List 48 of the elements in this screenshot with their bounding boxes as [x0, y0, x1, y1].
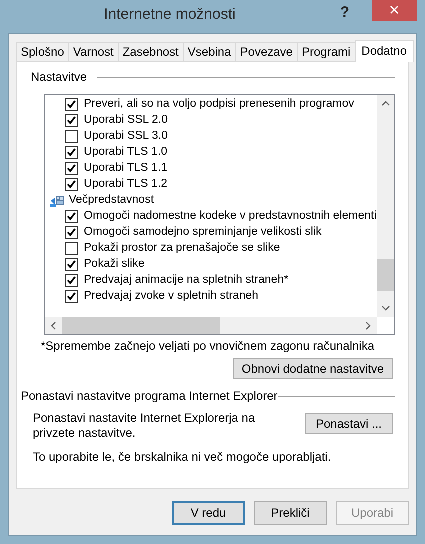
option-label: Predvajaj animacije na spletnih straneh*	[84, 274, 289, 286]
reset-button[interactable]: Ponastavi ...	[305, 413, 393, 434]
close-button[interactable]: ×	[372, 0, 417, 21]
scroll-thumb[interactable]	[377, 259, 394, 291]
horizontal-scrollbar[interactable]	[45, 317, 377, 334]
window-title: Internetne možnosti	[103, 5, 237, 23]
checkbox[interactable]	[65, 162, 78, 174]
option-label: Uporabi SSL 3.0	[84, 130, 168, 142]
option-label: Uporabi TLS 1.0	[84, 146, 168, 158]
option-label: Uporabi TLS 1.1	[84, 162, 168, 174]
cancel-button[interactable]: Prekliči	[254, 501, 327, 525]
category-label: Večpredstavnost	[69, 194, 154, 206]
option-label: Pokaži slike	[84, 258, 145, 270]
checkbox[interactable]	[65, 98, 78, 110]
group-heading: Ponastavi nastavitve programa Internet Explorer	[21, 389, 278, 403]
checkbox[interactable]	[65, 274, 78, 286]
group-heading: Nastavitve	[31, 70, 88, 84]
checkbox[interactable]	[65, 130, 78, 142]
tab[interactable]: Programi	[296, 42, 356, 61]
option-label: Predvajaj zvoke v spletnih straneh	[84, 290, 259, 302]
tab[interactable]: Dodatno	[354, 40, 414, 62]
checkbox[interactable]	[65, 210, 78, 222]
scroll-left-icon[interactable]	[51, 322, 56, 330]
option-label: Omogoči samodejno spreminjanje velikosti slik	[84, 226, 322, 238]
restore-button[interactable]: Obnovi dodatne nastavitve	[232, 358, 393, 379]
option-label: Uporabi TLS 1.2	[84, 178, 168, 190]
checkbox[interactable]	[65, 226, 78, 238]
reset-description: Ponastavi nastavite Internet Explorerja na privzete nastavitve.	[33, 411, 256, 441]
scroll-up-icon[interactable]	[382, 101, 390, 106]
option-label: Preveri, ali so na voljo podpisi prenesenih programov	[84, 98, 354, 110]
scroll-down-icon[interactable]	[382, 306, 390, 311]
checkbox[interactable]	[65, 178, 78, 190]
ok-button[interactable]: V redu	[172, 501, 245, 525]
checkbox[interactable]	[65, 242, 78, 254]
checkbox[interactable]	[65, 258, 78, 270]
option-label: Omogoči nadomestne kodeke v predstavnostnih elementi	[84, 210, 377, 222]
restart-note: *Spremembe začnejo veljati po vnovičnem zagonu računalnika	[41, 339, 376, 353]
option-label: Pokaži prostor za prenašajoče se slike	[84, 242, 280, 254]
scroll-right-icon[interactable]	[366, 322, 371, 330]
help-button[interactable]: ?	[332, 2, 358, 23]
vertical-scrollbar[interactable]	[377, 95, 394, 317]
checkbox[interactable]	[65, 146, 78, 158]
checkbox[interactable]	[65, 290, 78, 302]
reset-warning: To uporabite le, če brskalnika ni več mogoče uporabljati.	[33, 450, 332, 464]
checkbox[interactable]	[65, 114, 78, 126]
scroll-thumb[interactable]	[62, 317, 220, 334]
tab[interactable]: Splošno	[16, 42, 70, 61]
option-label: Uporabi SSL 2.0	[84, 114, 168, 126]
